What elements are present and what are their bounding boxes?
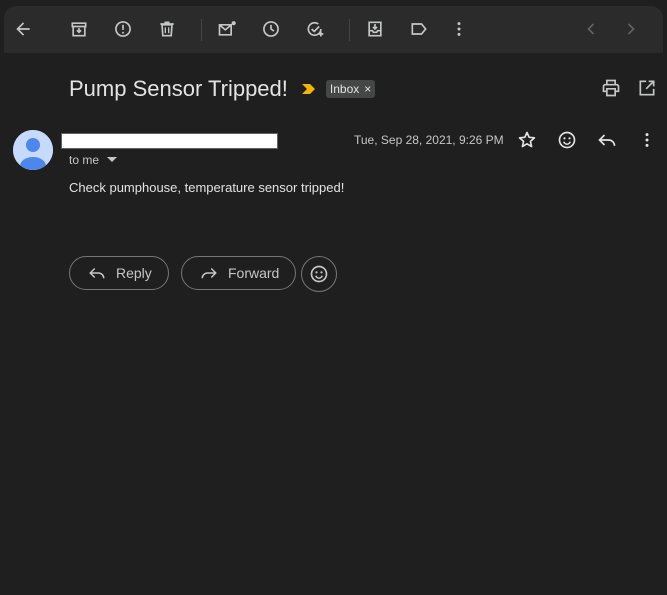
reaction-button[interactable] (301, 256, 337, 292)
emoji-icon (310, 265, 328, 283)
sender-name (61, 133, 278, 149)
reply-icon (598, 134, 616, 146)
inbox-label-chip: Inbox × (325, 80, 376, 98)
recipient-label: to me (69, 153, 100, 167)
email-date: Tue, Sep 28, 2021, 9:26 PM (354, 133, 504, 147)
snooze-icon (263, 21, 279, 37)
subject-row: Pump Sensor Tripped! Inbox × (69, 73, 376, 105)
delete-button[interactable] (148, 10, 186, 48)
emoji-icon (558, 131, 576, 149)
important-marker-icon[interactable] (301, 83, 316, 95)
snooze-button[interactable] (252, 10, 290, 48)
newer-button[interactable] (572, 10, 610, 48)
avatar[interactable] (13, 130, 53, 170)
move-to-button[interactable] (356, 10, 394, 48)
reply-icon-button[interactable] (595, 128, 619, 152)
reply-icon (89, 267, 105, 279)
reply-button[interactable]: Reply (69, 256, 169, 290)
back-button[interactable] (4, 10, 42, 48)
archive-button[interactable] (60, 10, 98, 48)
older-button[interactable] (612, 10, 650, 48)
more-vert-icon (457, 22, 461, 36)
open-new-window-button[interactable] (635, 76, 659, 100)
email-body: Check pumphouse, temperature sensor trip… (69, 180, 345, 195)
archive-icon (71, 22, 87, 37)
report-spam-icon (115, 21, 131, 37)
forward-label: Forward (228, 265, 280, 281)
email-subject: Pump Sensor Tripped! (69, 76, 288, 101)
more-options-button[interactable] (440, 10, 478, 48)
forward-button[interactable]: Forward (181, 256, 297, 290)
add-to-tasks-button[interactable] (296, 10, 334, 48)
chevron-down-icon (107, 157, 118, 162)
label-button[interactable] (400, 10, 438, 48)
report-spam-button[interactable] (104, 10, 142, 48)
toolbar-divider (349, 19, 350, 41)
star-icon (518, 131, 536, 148)
recipient-details[interactable]: to me (69, 153, 118, 167)
add-reaction-button[interactable] (555, 128, 579, 152)
move-to-icon (368, 21, 382, 37)
print-button[interactable] (599, 76, 623, 100)
mark-unread-icon (218, 21, 236, 36)
forward-icon (201, 267, 217, 279)
more-vert-icon (645, 133, 649, 147)
open-in-new-icon (639, 80, 655, 96)
star-button[interactable] (515, 128, 539, 152)
prev-icon (587, 23, 595, 35)
back-arrow-icon (16, 22, 30, 36)
remove-label-button[interactable]: × (364, 82, 371, 96)
inbox-label-text: Inbox (329, 82, 360, 96)
print-icon (602, 79, 620, 97)
label-icon (411, 23, 427, 35)
mark-unread-button[interactable] (208, 10, 246, 48)
delete-icon (160, 21, 174, 37)
reply-label: Reply (116, 265, 152, 281)
add-to-tasks-icon (307, 21, 324, 37)
default-avatar-icon (13, 130, 53, 170)
next-icon (627, 23, 635, 35)
message-more-button[interactable] (635, 128, 659, 152)
toolbar-divider (201, 19, 202, 41)
toolbar (4, 6, 663, 53)
